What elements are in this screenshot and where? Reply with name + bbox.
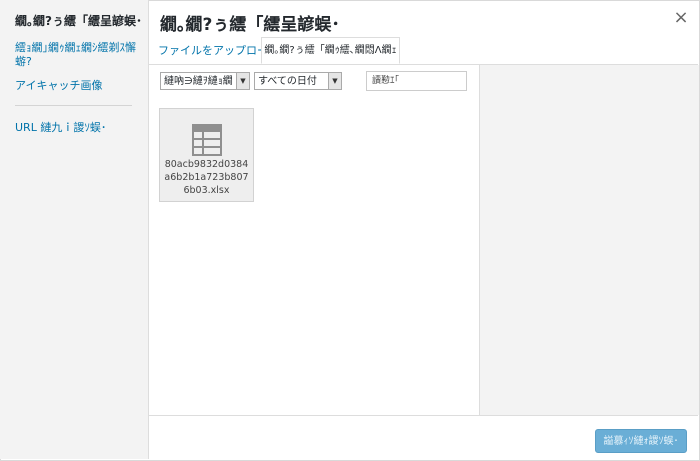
create-gallery-label-line1: 繧ｮ繝｣繝ｩ繝ｪ繝ｼ繧剃ｽ懈 bbox=[15, 41, 136, 54]
attachment-filename: 80acb9832d0384a6b2b1a723b8076b03.xlsx bbox=[164, 159, 249, 196]
featured-image-link[interactable]: アイキャッチ画像 bbox=[15, 79, 102, 93]
search-input[interactable]: 讀懃ｴ｢ bbox=[366, 71, 467, 91]
date-filter-select[interactable]: すべての日付 ▼ bbox=[254, 72, 342, 90]
media-menu-sidebar: 繝｡繝?ぅ繧「繧呈諺蜈･ 繧ｮ繝｣繝ｩ繝ｪ繝ｼ繧剃ｽ懈 蝣? アイキャッチ画像 … bbox=[0, 0, 149, 459]
chevron-down-icon: ▼ bbox=[236, 73, 249, 89]
sidebar-title: 繝｡繝?ぅ繧「繧呈諺蜈･ bbox=[15, 14, 142, 28]
tab-media-library[interactable]: 繝｡繝?ぅ繧「繝ｩ繧､繝悶Λ繝ｪ bbox=[261, 37, 400, 64]
insert-from-url-link[interactable]: URL 縺九ｉ謖ｿ蜈･ bbox=[15, 121, 106, 135]
close-icon[interactable]: × bbox=[671, 8, 691, 28]
date-filter-value: すべての日付 bbox=[258, 76, 317, 87]
media-type-filter-select[interactable]: 縺吶∋縺ｦ縺ｮ繝 ▼ bbox=[160, 72, 250, 90]
modal-title: 繝｡繝?ぅ繧「繧呈諺蜈･ bbox=[160, 15, 340, 35]
create-gallery-link[interactable]: 繧ｮ繝｣繝ｩ繝ｪ繝ｼ繧剃ｽ懈 蝣? bbox=[15, 41, 136, 69]
attachment-item[interactable]: 80acb9832d0384a6b2b1a723b8076b03.xlsx bbox=[159, 108, 254, 202]
chevron-down-icon: ▼ bbox=[328, 73, 341, 89]
create-gallery-label-line2: 蝣? bbox=[15, 55, 32, 68]
attachment-details-panel bbox=[479, 65, 699, 415]
media-type-filter-value: 縺吶∋縺ｦ縺ｮ繝 bbox=[164, 76, 233, 87]
spreadsheet-icon bbox=[192, 124, 222, 156]
insert-into-post-button[interactable]: 謚慕ｨｿ縺ｫ謖ｿ蜈･ bbox=[595, 429, 687, 453]
sidebar-separator bbox=[15, 105, 132, 106]
